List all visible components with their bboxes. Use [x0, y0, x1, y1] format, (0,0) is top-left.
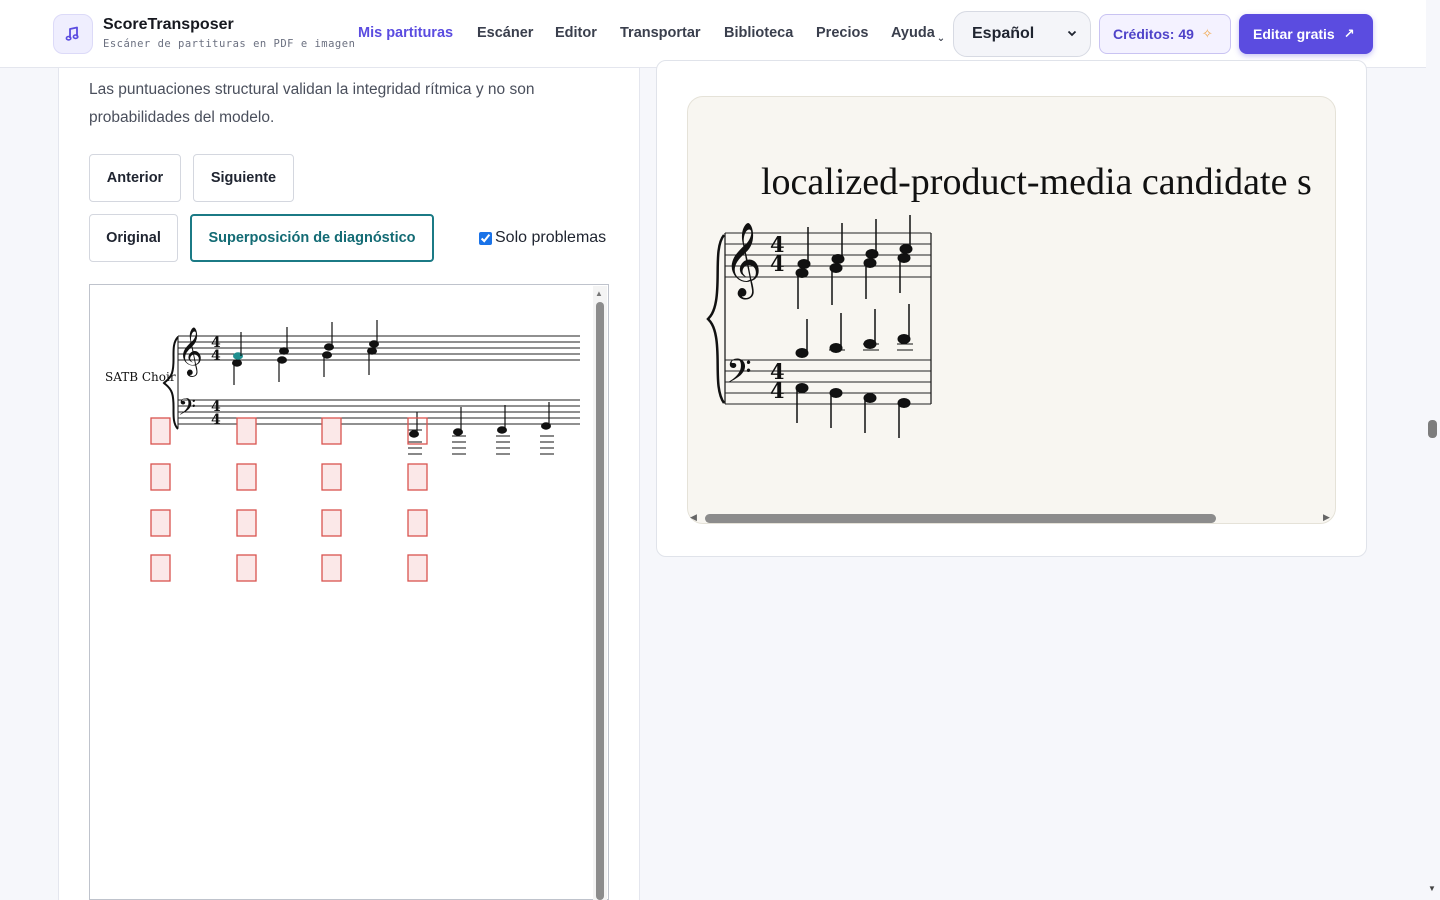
time-sig-bottom: 4	[770, 251, 785, 276]
nav-precios[interactable]: Precios	[816, 25, 868, 41]
score-title: localized-product-media candidate s	[761, 161, 1312, 203]
issue-marker[interactable]	[321, 554, 342, 582]
music-note-icon	[65, 26, 79, 41]
system-brace	[706, 234, 726, 404]
score-horizontal-scrollbar[interactable]	[705, 514, 1216, 523]
top-navigation-bar: ScoreTransposer Escáner de partituras en…	[0, 0, 1426, 68]
issue-marker[interactable]	[407, 463, 428, 491]
issue-marker[interactable]	[321, 463, 342, 491]
credits-badge[interactable]: Créditos: 49 ✧	[1099, 14, 1231, 54]
bass-clef: 𝄢	[726, 353, 752, 399]
issue-marker[interactable]	[321, 417, 342, 445]
bass-clef: 𝄢	[178, 393, 196, 426]
brand-name[interactable]: ScoreTransposer	[103, 16, 234, 34]
only-problems-toggle[interactable]: Solo problemas	[479, 229, 606, 247]
treble-notes	[232, 320, 379, 385]
nav-biblioteca[interactable]: Biblioteca	[724, 25, 793, 41]
language-select[interactable]: Español	[953, 11, 1091, 57]
app-logo[interactable]	[53, 14, 93, 54]
nav-transportar[interactable]: Transportar	[620, 25, 701, 41]
tenor-notes	[795, 304, 913, 358]
chevron-down-icon: ⌄	[936, 33, 946, 44]
sparkle-icon: ✧	[1201, 26, 1213, 41]
time-sig-bottom: 4	[211, 412, 221, 428]
issue-marker[interactable]	[150, 554, 171, 582]
chevron-down-icon	[1067, 30, 1077, 37]
issue-marker[interactable]	[150, 417, 171, 445]
nav-editor[interactable]: Editor	[555, 25, 597, 41]
view-diagnostic-overlay-button[interactable]: Superposición de diagnóstico	[190, 214, 434, 262]
scroll-left-icon[interactable]: ◀	[690, 512, 697, 523]
previous-button[interactable]: Anterior	[89, 154, 181, 202]
scroll-right-icon[interactable]: ▶	[1323, 512, 1330, 523]
time-sig-bottom: 4	[211, 348, 221, 364]
issue-marker[interactable]	[407, 554, 428, 582]
issue-marker[interactable]	[150, 463, 171, 491]
nav-escaner[interactable]: Escáner	[477, 25, 533, 41]
credits-label: Créditos: 49	[1113, 26, 1194, 42]
issue-marker[interactable]	[236, 417, 257, 445]
issue-marker[interactable]	[321, 509, 342, 537]
nav-ayuda[interactable]: Ayuda ⌄	[891, 25, 946, 44]
overlay-score-svg: SATB Choir 𝄞 4 4 𝄢 4 4	[105, 320, 580, 582]
view-original-button[interactable]: Original	[89, 214, 178, 262]
nav-mis-partituras[interactable]: Mis partituras	[358, 25, 453, 41]
edit-free-button[interactable]: Editar gratis ↗	[1239, 14, 1373, 54]
scroll-up-icon[interactable]: ▲	[595, 289, 603, 298]
language-select-value: Español	[972, 25, 1035, 42]
bass-staff	[725, 359, 931, 405]
issue-markers	[150, 417, 428, 582]
page-scrollbar-thumb[interactable]	[1428, 420, 1437, 438]
arrow-up-right-icon: ↗	[1343, 26, 1355, 41]
issue-marker[interactable]	[150, 509, 171, 537]
issue-marker[interactable]	[236, 509, 257, 537]
structural-score-note: Las puntuaciones structural validan la i…	[89, 81, 535, 126]
next-button[interactable]: Siguiente	[193, 154, 294, 202]
treble-notes	[795, 215, 913, 309]
nav-ayuda-label: Ayuda	[891, 25, 935, 41]
treble-clef: 𝄞	[724, 223, 762, 300]
time-sig-bottom: 4	[770, 378, 785, 403]
only-problems-checkbox[interactable]	[479, 231, 492, 245]
issue-marker[interactable]	[236, 463, 257, 491]
brand-subtitle: Escáner de partituras en PDF e imagen	[103, 38, 356, 50]
scroll-down-icon[interactable]: ▼	[1428, 884, 1436, 893]
diagnostic-score-viewer[interactable]: SATB Choir 𝄞 4 4 𝄢 4 4	[89, 284, 609, 900]
only-problems-label: Solo problemas	[495, 229, 607, 246]
edit-free-label: Editar gratis	[1253, 26, 1335, 42]
treble-clef: 𝄞	[178, 326, 203, 377]
issue-marker[interactable]	[236, 554, 257, 582]
issue-marker[interactable]	[407, 509, 428, 537]
bass-notes	[795, 383, 911, 438]
viewer-scrollbar-thumb[interactable]	[596, 302, 604, 900]
bass-notes	[408, 402, 554, 455]
